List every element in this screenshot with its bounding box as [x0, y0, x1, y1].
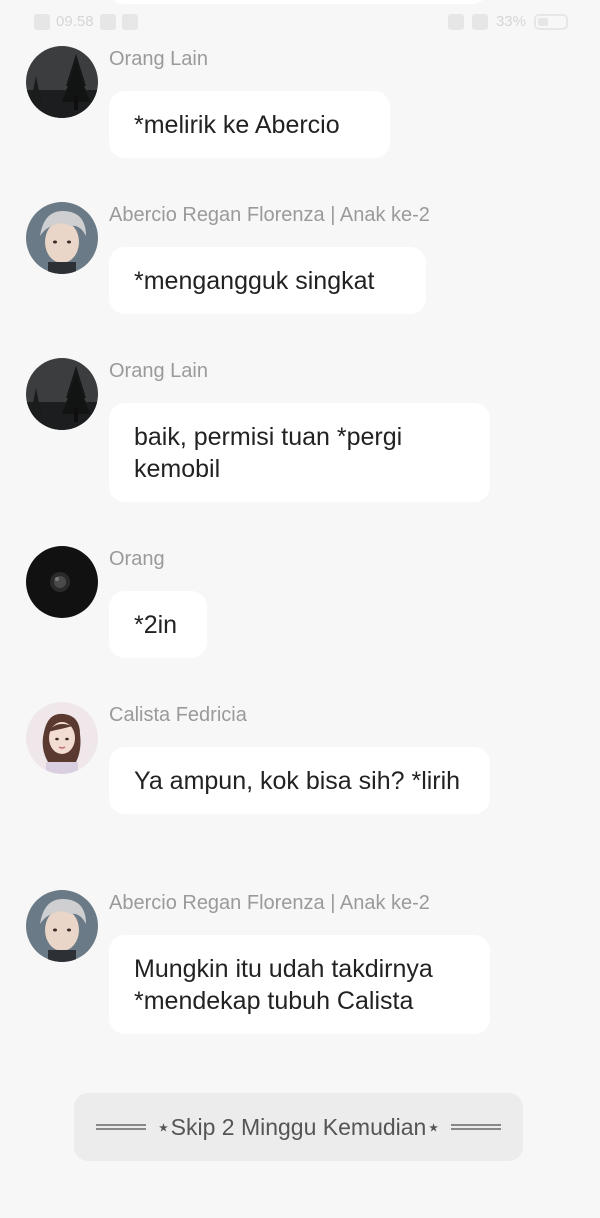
- battery-icon: [534, 13, 568, 30]
- signal-icon: [34, 13, 50, 30]
- forest-night-avatar[interactable]: [26, 358, 98, 430]
- sender-name: Calista Fedricia: [109, 704, 247, 726]
- mute-icon: [447, 13, 464, 30]
- sender-name: Orang Lain: [109, 360, 208, 382]
- message-bubble: *mengangguk singkat: [109, 247, 426, 314]
- forest-night-avatar[interactable]: [26, 46, 98, 118]
- status-bar: 09.58 33%: [0, 0, 600, 44]
- sender-name: Abercio Regan Florenza | Anak ke-2: [109, 892, 430, 914]
- battery-percent: 33%: [495, 13, 526, 30]
- notification-icon: [99, 13, 116, 30]
- double-rule-left: [96, 1124, 147, 1130]
- woman-avatar[interactable]: [26, 702, 98, 774]
- sender-name: Orang: [109, 548, 165, 570]
- message-bubble: Ya ampun, kok bisa sih? *lirih: [109, 747, 490, 814]
- double-rule-right: [450, 1124, 501, 1130]
- message-bubble: baik, permisi tuan *pergi kemobil: [109, 403, 490, 502]
- silver-hair-man-avatar[interactable]: [26, 202, 98, 274]
- message-bubble: *2in: [109, 591, 207, 658]
- status-time: 09.58: [56, 13, 94, 30]
- app-icon: [121, 13, 138, 30]
- skip-banner-text: ⋆Skip 2 Minggu Kemudian⋆: [156, 1113, 441, 1140]
- previous-message-bubble: [108, 0, 488, 4]
- message-bubble: *melirik ke Abercio: [109, 91, 390, 158]
- status-left: 09.58: [34, 13, 138, 30]
- wifi-icon: [471, 13, 488, 30]
- skip-banner: ⋆Skip 2 Minggu Kemudian⋆: [74, 1093, 523, 1161]
- silver-hair-man-avatar[interactable]: [26, 890, 98, 962]
- sender-name: Abercio Regan Florenza | Anak ke-2: [109, 204, 430, 226]
- dark-orb-avatar[interactable]: [26, 546, 98, 618]
- message-bubble: Mungkin itu udah takdirnya *mendekap tub…: [109, 935, 490, 1034]
- sender-name: Orang Lain: [109, 48, 208, 70]
- status-right: 33%: [447, 13, 568, 30]
